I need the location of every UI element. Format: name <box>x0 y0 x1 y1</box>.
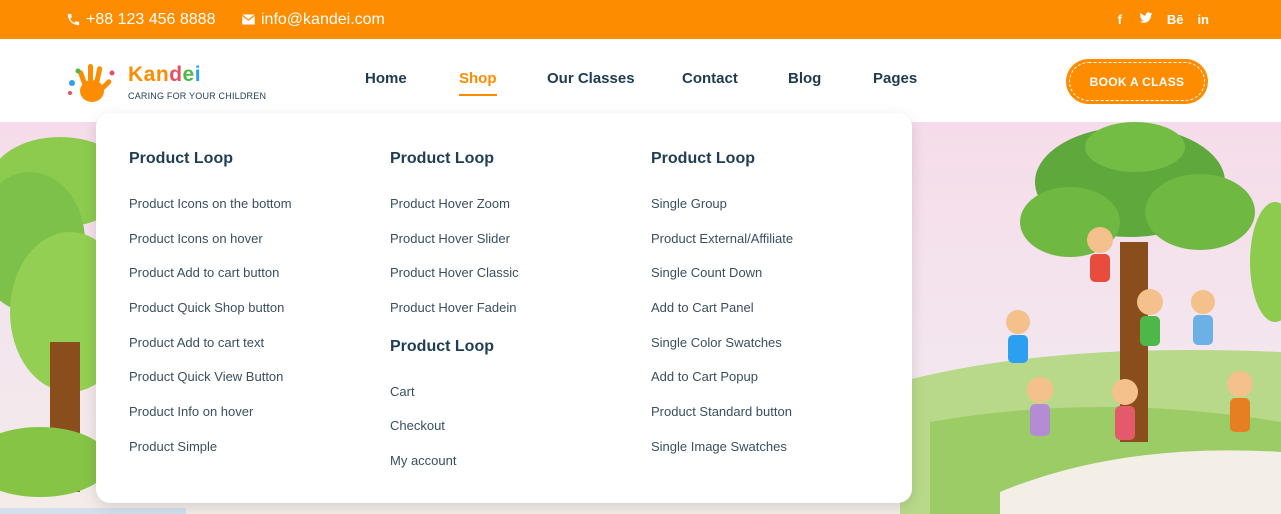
nav-shop[interactable]: Shop <box>459 70 497 96</box>
menu-link[interactable]: Product Add to cart text <box>129 335 264 350</box>
menu-link[interactable]: Add to Cart Panel <box>651 300 754 315</box>
nav-pages[interactable]: Pages <box>873 70 917 87</box>
menu-link[interactable]: Product Hover Fadein <box>390 300 516 315</box>
behance-icon[interactable]: Bē <box>1167 12 1184 27</box>
nav-contact[interactable]: Contact <box>682 70 738 87</box>
menu-link-my-account[interactable]: My account <box>390 453 456 468</box>
phone-contact[interactable]: +88 123 456 8888 <box>66 0 215 39</box>
nav-our-classes[interactable]: Our Classes <box>547 70 635 87</box>
menu-link[interactable]: Product Hover Slider <box>390 231 510 246</box>
hand-logo-icon <box>68 64 115 102</box>
phone-icon <box>67 13 80 26</box>
shop-mega-menu: Product Loop Product Icons on the bottom… <box>96 113 912 503</box>
envelope-icon <box>241 14 256 25</box>
site-header: Kandei CARING FOR YOUR CHILDREN Home Sho… <box>0 39 1281 122</box>
menu-link[interactable]: Add to Cart Popup <box>651 369 758 384</box>
column-heading: Product Loop <box>651 150 755 167</box>
menu-link[interactable]: Single Color Swatches <box>651 335 782 350</box>
nav-blog[interactable]: Blog <box>788 70 821 87</box>
column-heading: Product Loop <box>129 150 233 167</box>
nav-home[interactable]: Home <box>365 70 407 87</box>
email-contact[interactable]: info@kandei.com <box>241 0 385 39</box>
menu-link[interactable]: Product External/Affiliate <box>651 231 793 246</box>
menu-link[interactable]: Product Hover Classic <box>390 265 519 280</box>
menu-link[interactable]: Product Standard button <box>651 404 792 419</box>
scroll-indicator <box>0 508 186 514</box>
top-bar: +88 123 456 8888 info@kandei.com f Bē in <box>0 0 1281 39</box>
column-heading: Product Loop <box>390 150 494 167</box>
menu-link[interactable]: Product Quick Shop button <box>129 300 284 315</box>
menu-link[interactable]: Product Icons on the bottom <box>129 196 292 211</box>
menu-link[interactable]: Product Icons on hover <box>129 231 263 246</box>
menu-link-cart[interactable]: Cart <box>390 384 415 399</box>
linkedin-icon[interactable]: in <box>1197 12 1209 27</box>
menu-link[interactable]: Product Add to cart button <box>129 265 279 280</box>
book-a-class-label: BOOK A CLASS <box>1089 74 1185 89</box>
menu-link[interactable]: Single Count Down <box>651 265 762 280</box>
column-heading: Product Loop <box>390 338 494 355</box>
phone-number: +88 123 456 8888 <box>86 10 216 28</box>
twitter-icon[interactable] <box>1139 12 1153 27</box>
menu-link[interactable]: Product Simple <box>129 439 217 454</box>
menu-link-checkout[interactable]: Checkout <box>390 418 445 433</box>
twitter-icon <box>1139 12 1153 23</box>
menu-link[interactable]: Product Hover Zoom <box>390 196 510 211</box>
menu-link[interactable]: Single Image Swatches <box>651 439 787 454</box>
social-links: f Bē in <box>1115 0 1209 39</box>
menu-link[interactable]: Single Group <box>651 196 727 211</box>
book-a-class-button[interactable]: BOOK A CLASS <box>1066 59 1208 104</box>
brand-tagline: CARING FOR YOUR CHILDREN <box>128 91 267 101</box>
menu-link[interactable]: Product Quick View Button <box>129 369 283 384</box>
brand-name: Kandei <box>128 63 202 86</box>
email-address: info@kandei.com <box>261 10 385 28</box>
menu-link[interactable]: Product Info on hover <box>129 404 253 419</box>
brand-logo[interactable]: Kandei CARING FOR YOUR CHILDREN <box>66 61 266 106</box>
facebook-icon[interactable]: f <box>1115 12 1125 27</box>
